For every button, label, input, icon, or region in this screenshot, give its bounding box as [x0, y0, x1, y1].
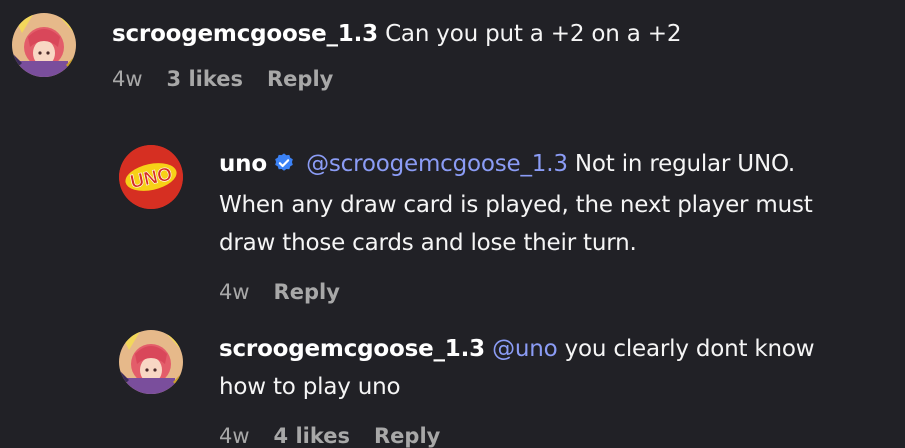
reply-button[interactable]: Reply: [267, 67, 333, 91]
username[interactable]: uno: [219, 151, 267, 177]
avatar[interactable]: [12, 13, 76, 77]
comment-content: Can you put a +2 on a +2: [385, 21, 682, 47]
uno-logo-icon: UNO: [119, 145, 183, 209]
timestamp: 4w: [219, 280, 250, 304]
comment-meta: 4w 3 likes Reply: [112, 67, 681, 91]
comment-text: uno @scroogemcgoose_1.3 Not in regular U…: [219, 145, 813, 262]
avatar[interactable]: UNO: [119, 145, 183, 209]
reply-button[interactable]: Reply: [274, 280, 340, 304]
timestamp: 4w: [112, 67, 143, 91]
anime-avatar-icon: [119, 330, 183, 394]
comment-text: scroogemcgoose_1.3 @uno you clearly dont…: [219, 330, 815, 406]
reply-button[interactable]: Reply: [374, 424, 440, 448]
timestamp: 4w: [219, 424, 250, 448]
comment-meta: 4w Reply: [219, 280, 813, 304]
comment-body: scroogemcgoose_1.3 @uno you clearly dont…: [219, 330, 815, 448]
comment-content-line1: Not in regular UNO.: [574, 151, 796, 177]
comment-3: scroogemcgoose_1.3 @uno you clearly dont…: [119, 330, 815, 448]
comment-1: scroogemcgoose_1.3 Can you put a +2 on a…: [12, 13, 681, 91]
comment-body: scroogemcgoose_1.3 Can you put a +2 on a…: [112, 13, 681, 91]
likes-count[interactable]: 3 likes: [167, 67, 243, 91]
anime-avatar-icon: [12, 13, 76, 77]
avatar[interactable]: [119, 330, 183, 394]
comment-content-line2: When any draw card is played, the next p…: [219, 192, 813, 218]
comment-content-line2: how to play uno: [219, 374, 401, 400]
mention-link[interactable]: @scroogemcgoose_1.3: [306, 151, 568, 177]
username[interactable]: scroogemcgoose_1.3: [112, 21, 378, 47]
comment-content-line3: draw those cards and lose their turn.: [219, 230, 637, 256]
comment-body: uno @scroogemcgoose_1.3 Not in regular U…: [219, 145, 813, 304]
likes-count[interactable]: 4 likes: [274, 424, 350, 448]
comment-2: UNO uno @scroogemcgoose_1.3 Not in regul…: [119, 145, 813, 304]
mention-link[interactable]: @uno: [492, 336, 558, 362]
username[interactable]: scroogemcgoose_1.3: [219, 336, 485, 362]
comment-text: scroogemcgoose_1.3 Can you put a +2 on a…: [112, 15, 681, 53]
verified-badge-icon: [273, 148, 295, 186]
comment-content-line1: you clearly dont know: [564, 336, 815, 362]
comment-meta: 4w 4 likes Reply: [219, 424, 814, 448]
